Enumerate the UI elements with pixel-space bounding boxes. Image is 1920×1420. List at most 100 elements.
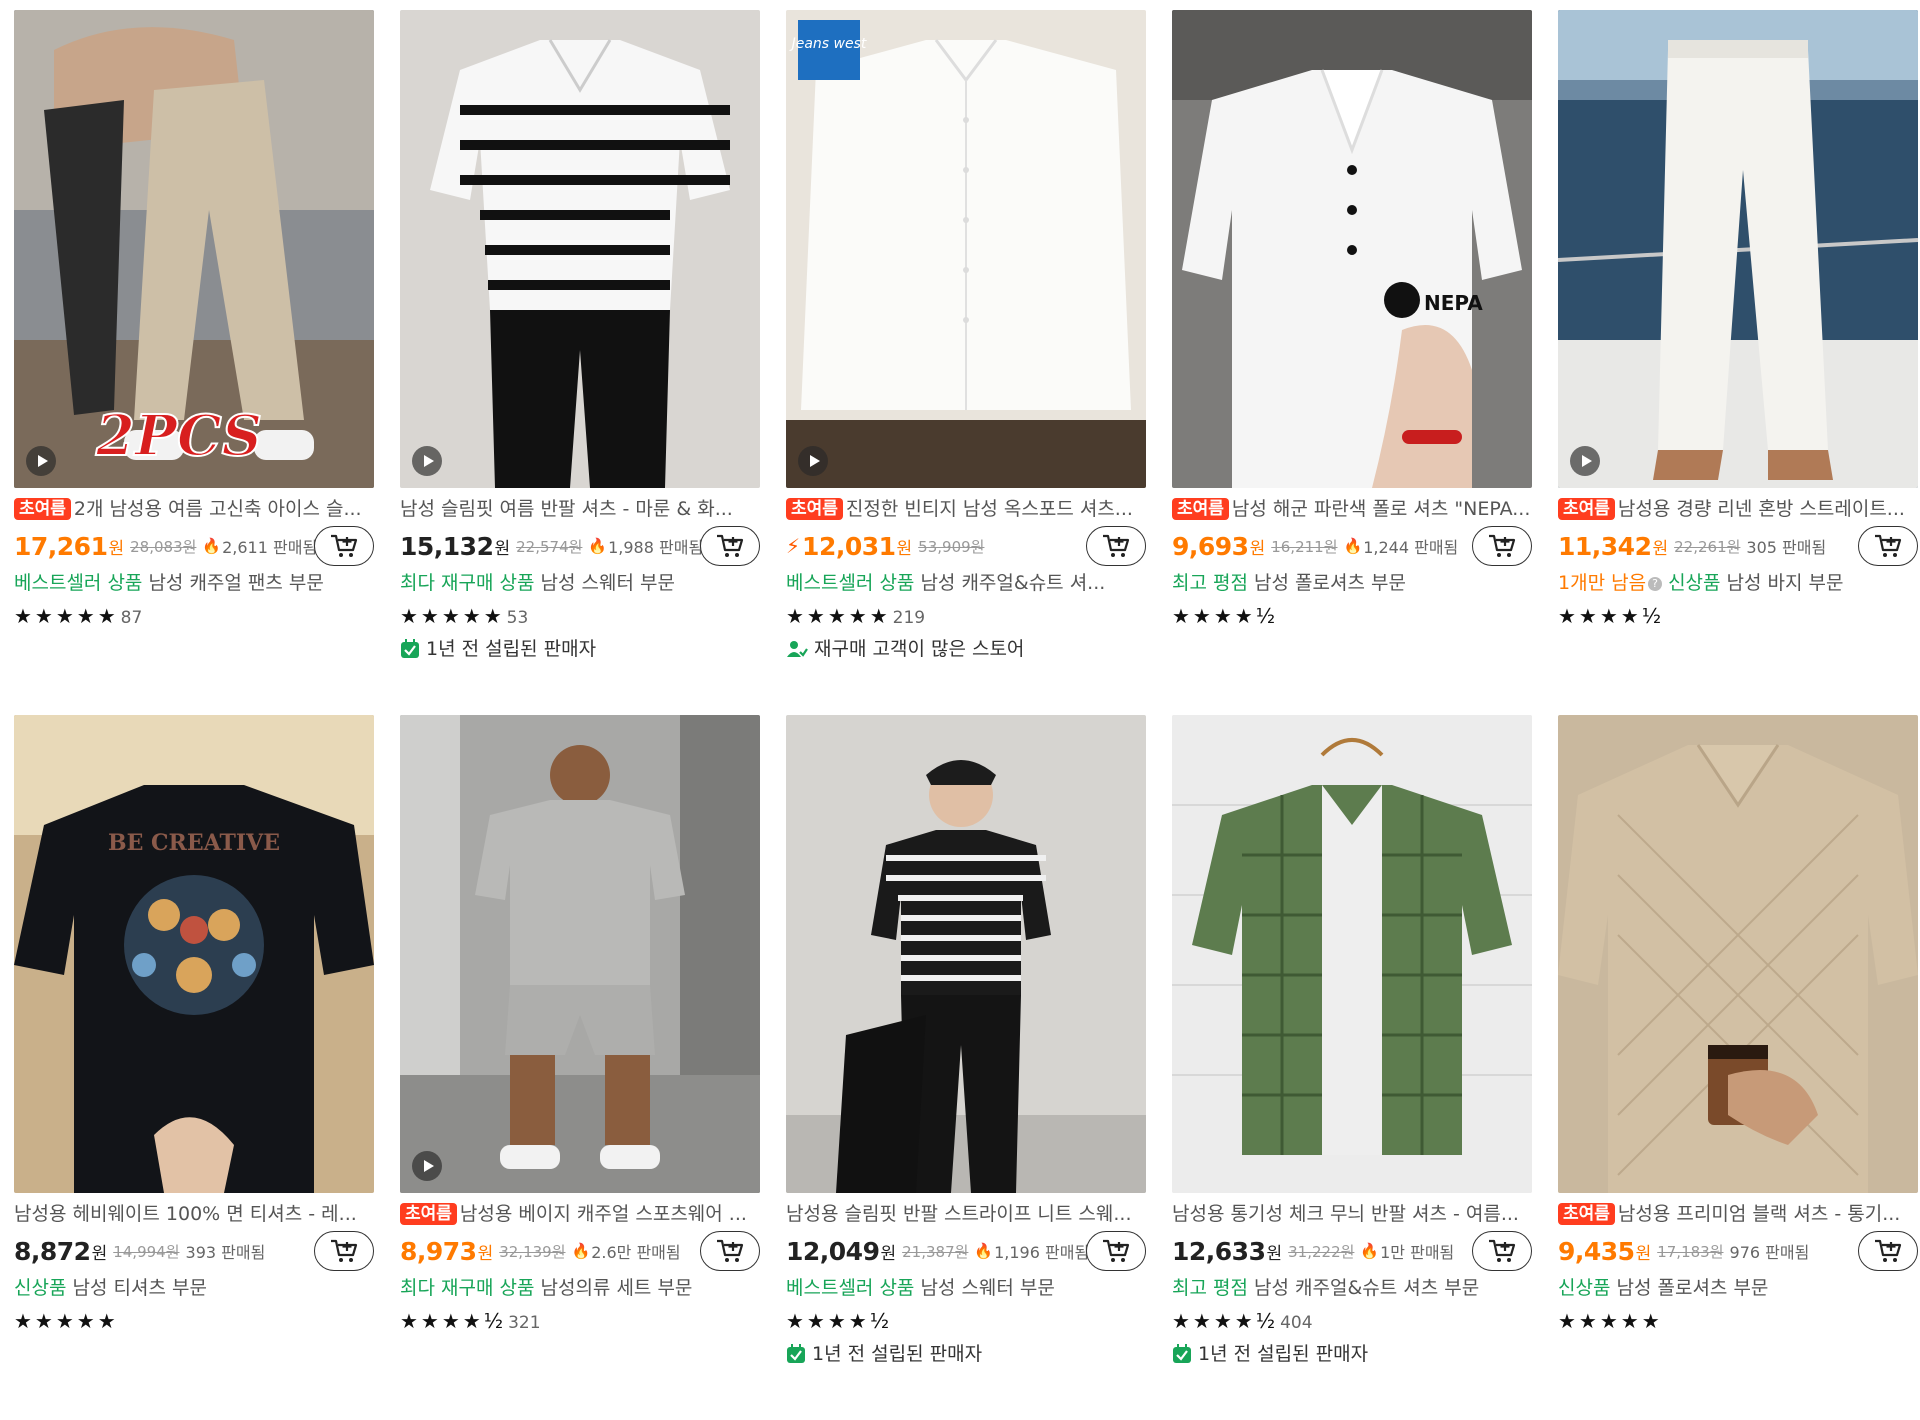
rating: ★★★★★ 219 xyxy=(786,604,1146,628)
star-rating-icon: ★★★★★ xyxy=(14,604,119,628)
add-to-cart-button[interactable] xyxy=(314,526,374,566)
tag: 베스트셀러 상품 xyxy=(786,1277,915,1299)
video-play-icon[interactable] xyxy=(798,446,828,476)
sold-count: 976 판매됨 xyxy=(1729,1243,1810,1262)
price: 9,693 xyxy=(1172,531,1249,561)
product-card[interactable]: 초여름 남성용 경량 리넨 혼방 스트레이트... 11,342 원 22,261원… xyxy=(1558,10,1918,715)
promo-badge: 초여름 xyxy=(1558,1203,1615,1225)
black-graphic-tshirt-image: BE CREATIVE xyxy=(14,715,374,1193)
product-image[interactable] xyxy=(400,10,760,488)
product-title-text: 남성용 슬림핏 반팔 스트라이프 니트 스웨... xyxy=(786,1203,1132,1225)
seller-info-text: 1년 전 설립된 판매자 xyxy=(812,1343,983,1365)
product-image[interactable]: 2PCS xyxy=(14,10,374,488)
product-card[interactable]: BE CREATIVE 남성용 헤비웨이트 100% 면 티셔츠 - 레... … xyxy=(14,715,374,1420)
product-title[interactable]: 초여름 남성용 베이지 캐주얼 스포츠웨어 ... xyxy=(400,1201,760,1227)
video-play-icon[interactable] xyxy=(412,446,442,476)
product-card[interactable]: 2PCS 초여름 2개 남성용 여름 고신축 아이스 슬... 17,261 원 2… xyxy=(14,10,374,715)
product-card[interactable]: NEPA 초여름 남성 해군 파란색 폴로 셔츠 "NEPA... 9,693 원 … xyxy=(1172,10,1532,715)
product-card[interactable]: 초여름 남성용 베이지 캐주얼 스포츠웨어 ... 8,973 원 32,139원 … xyxy=(400,715,760,1420)
product-image[interactable] xyxy=(1558,715,1918,1193)
product-image[interactable]: BE CREATIVE xyxy=(14,715,374,1193)
product-card[interactable]: 남성 슬림핏 여름 반팔 셔츠 - 마룬 & 화... 15,132 원 22,5… xyxy=(400,10,760,715)
price-row: 17,261 원 28,083원 🔥 2,611 판매됨 xyxy=(14,526,374,566)
overlay-text: 2PCS xyxy=(95,403,262,469)
price-row: 9,435 원 17,183원 976 판매됨 xyxy=(1558,1231,1918,1271)
original-price: 22,574원 xyxy=(516,537,583,556)
price: 9,435 xyxy=(1558,1236,1635,1266)
video-play-icon[interactable] xyxy=(26,446,56,476)
white-oxford-shirt-image: Jeans west xyxy=(786,10,1146,488)
white-linen-pants-image xyxy=(1558,10,1918,488)
tag: 최고 평점 xyxy=(1172,572,1248,594)
original-price: 14,994원 xyxy=(113,1242,180,1261)
add-to-cart-button[interactable] xyxy=(700,526,760,566)
price-row: 9,693 원 16,211원 🔥 1,244 판매됨 xyxy=(1172,526,1532,566)
product-image[interactable] xyxy=(786,715,1146,1193)
cart-plus-icon xyxy=(331,534,358,557)
add-to-cart-button[interactable] xyxy=(1858,1231,1918,1271)
calendar-check-icon xyxy=(401,639,419,658)
product-card[interactable]: Jeans west 초여름 진정한 빈티지 남성 옥스포드 셔츠... ⚡ 12,… xyxy=(786,10,1146,715)
product-image[interactable]: NEPA xyxy=(1172,10,1532,488)
review-count: 53 xyxy=(506,608,529,628)
original-price: 21,387원 xyxy=(902,1242,969,1261)
tag: 베스트셀러 상품 xyxy=(14,572,143,594)
product-title[interactable]: 초여름 남성용 경량 리넨 혼방 스트레이트... xyxy=(1558,496,1918,522)
info-icon[interactable]: ? xyxy=(1648,577,1663,591)
product-title[interactable]: 남성용 통기성 체크 무늬 반팔 셔츠 - 여름... xyxy=(1172,1201,1532,1227)
add-to-cart-button[interactable] xyxy=(1086,1231,1146,1271)
rating: ★★★★½ xyxy=(786,1309,1146,1333)
sold-count: 2,611 판매됨 xyxy=(222,538,318,557)
product-image[interactable] xyxy=(1172,715,1532,1193)
currency: 원 xyxy=(494,538,511,559)
add-to-cart-button[interactable] xyxy=(1858,526,1918,566)
add-to-cart-button[interactable] xyxy=(314,1231,374,1271)
product-card[interactable]: 초여름 남성용 프리미엄 블랙 셔츠 - 통기... 9,435 원 17,183원… xyxy=(1558,715,1918,1420)
promo-badge: 초여름 xyxy=(400,1203,457,1225)
original-price: 31,222원 xyxy=(1288,1242,1355,1261)
tag-line: 최고 평점 남성 폴로셔츠 부문 xyxy=(1172,568,1532,598)
star-rating-icon: ★★★★★ xyxy=(14,1309,119,1333)
seller-info-text: 1년 전 설립된 판매자 xyxy=(426,638,597,660)
tag: 남성 폴로셔츠 부문 xyxy=(1247,572,1406,594)
price-row: 8,973 원 32,139원 🔥 2.6만 판매됨 xyxy=(400,1231,760,1271)
rating: ★★★★★ xyxy=(14,1309,374,1333)
brand-logo-text: Jeans west xyxy=(789,36,867,52)
review-count: 321 xyxy=(508,1313,541,1333)
product-title[interactable]: 남성용 슬림핏 반팔 스트라이프 니트 스웨... xyxy=(786,1201,1146,1227)
price: 12,049 xyxy=(786,1236,880,1266)
sold-count: 1만 판매됨 xyxy=(1380,1243,1455,1262)
rating: ★★★★½ xyxy=(1172,604,1532,628)
tag-line: 신상품 남성 티셔츠 부문 xyxy=(14,1273,374,1303)
product-title[interactable]: 초여름 남성용 프리미엄 블랙 셔츠 - 통기... xyxy=(1558,1201,1918,1227)
flame-icon: 🔥 xyxy=(202,537,222,555)
product-title[interactable]: 초여름 남성 해군 파란색 폴로 셔츠 "NEPA... xyxy=(1172,496,1532,522)
product-title[interactable]: 초여름 2개 남성용 여름 고신축 아이스 슬... xyxy=(14,496,374,522)
product-title[interactable]: 남성용 헤비웨이트 100% 면 티셔츠 - 레... xyxy=(14,1201,374,1227)
product-card[interactable]: 남성용 통기성 체크 무늬 반팔 셔츠 - 여름... 12,633 원 31,2… xyxy=(1172,715,1532,1420)
cart-plus-icon xyxy=(1103,1239,1130,1262)
video-play-icon[interactable] xyxy=(412,1151,442,1181)
product-title[interactable]: 남성 슬림핏 여름 반팔 셔츠 - 마룬 & 화... xyxy=(400,496,760,522)
price: 11,342 xyxy=(1558,531,1652,561)
flame-icon: 🔥 xyxy=(974,1242,994,1260)
add-to-cart-button[interactable] xyxy=(1472,526,1532,566)
product-image[interactable] xyxy=(400,715,760,1193)
rating: ★★★★½ xyxy=(1558,604,1918,628)
star-rating-icon: ★★★★½ xyxy=(1172,604,1279,628)
sold-count: 2.6만 판매됨 xyxy=(591,1243,681,1262)
product-image[interactable]: Jeans west xyxy=(786,10,1146,488)
add-to-cart-button[interactable] xyxy=(700,1231,760,1271)
video-play-icon[interactable] xyxy=(1570,446,1600,476)
calendar-check-icon xyxy=(787,1344,805,1363)
original-price: 32,139원 xyxy=(499,1242,566,1261)
price-row: 12,633 원 31,222원 🔥 1만 판매됨 xyxy=(1172,1231,1532,1271)
striped-polo-image xyxy=(400,10,760,488)
product-card[interactable]: 남성용 슬림핏 반팔 스트라이프 니트 스웨... 12,049 원 21,387… xyxy=(786,715,1146,1420)
product-image[interactable] xyxy=(1558,10,1918,488)
tag-line: 신상품 남성 폴로셔츠 부문 xyxy=(1558,1273,1918,1303)
add-to-cart-button[interactable] xyxy=(1472,1231,1532,1271)
add-to-cart-button[interactable] xyxy=(1086,526,1146,566)
product-title[interactable]: 초여름 진정한 빈티지 남성 옥스포드 셔츠... xyxy=(786,496,1146,522)
price-row: 11,342 원 22,261원 305 판매됨 xyxy=(1558,526,1918,566)
